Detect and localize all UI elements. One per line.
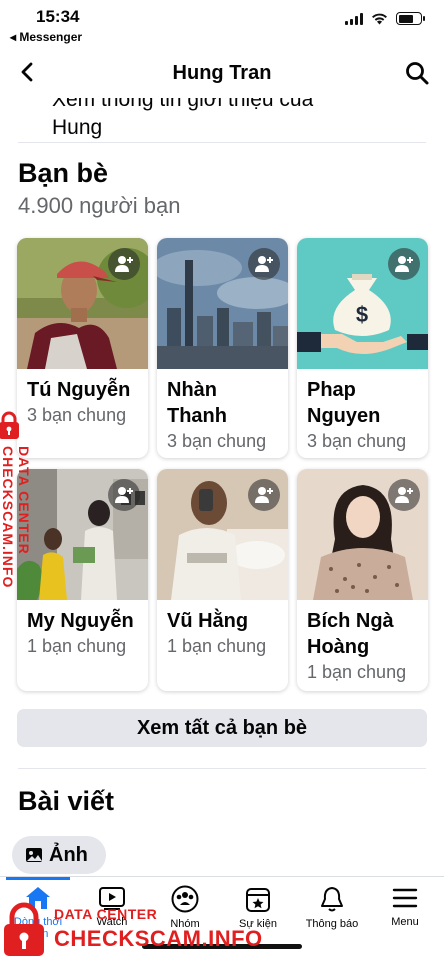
posts-section-title: Bài viết — [18, 786, 115, 816]
add-friend-icon — [395, 487, 413, 503]
add-friend-button[interactable] — [248, 248, 280, 280]
tab-groups[interactable]: Nhóm — [155, 885, 215, 930]
page-title: Hung Tran — [172, 62, 272, 84]
tab-label: Sự kiện — [239, 918, 277, 930]
battery-icon — [396, 12, 425, 25]
groups-icon — [171, 885, 199, 913]
tab-label: Thông báo — [305, 918, 359, 930]
tab-label: Nhóm — [170, 918, 200, 930]
intro-link-text: Xem thông tin giới thiệu của — [52, 88, 314, 111]
friend-name[interactable]: Tú Nguyễn — [17, 369, 148, 403]
home-icon — [26, 887, 50, 909]
tab-menu[interactable]: Menu — [375, 885, 435, 928]
friend-card[interactable]: Bích Ngà Hoàng 1 bạn chung — [297, 469, 428, 691]
see-all-friends-button[interactable]: Xem tất cả bạn bè — [17, 709, 427, 747]
add-friend-button[interactable] — [108, 479, 140, 511]
divider — [18, 768, 426, 769]
add-friend-button[interactable] — [248, 479, 280, 511]
friend-photo[interactable] — [17, 238, 148, 369]
tab-label: Watch — [96, 916, 128, 928]
menu-icon — [392, 888, 418, 908]
events-icon — [246, 888, 270, 912]
home-indicator — [142, 944, 302, 949]
mutual-friends: 3 bạn chung — [167, 431, 267, 451]
photos-filter-label: Ảnh — [49, 843, 88, 866]
add-friend-icon — [115, 487, 133, 503]
friend-photo[interactable] — [17, 469, 148, 600]
tab-watch[interactable]: Watch — [82, 885, 142, 928]
friend-photo[interactable] — [297, 469, 428, 600]
friend-name[interactable]: Vũ Hằng — [157, 600, 288, 634]
mutual-friends: 3 bạn chung — [27, 405, 127, 425]
tab-label: Dòng thời gian — [13, 916, 63, 940]
search-icon[interactable] — [404, 60, 430, 86]
mutual-friends: 1 bạn chung — [27, 636, 127, 656]
tab-events[interactable]: Sự kiện — [228, 885, 288, 930]
add-friend-icon — [255, 256, 273, 272]
watch-icon — [99, 887, 125, 910]
friend-card[interactable]: $ Phap Nguyen 3 bạn chung — [297, 238, 428, 458]
tab-label: Menu — [391, 916, 419, 928]
friend-photo[interactable] — [157, 238, 288, 369]
friends-count: 4.900 người bạn — [18, 193, 181, 218]
tab-notifications[interactable]: Thông báo — [302, 885, 362, 930]
mutual-friends: 3 bạn chung — [307, 431, 407, 451]
divider — [18, 142, 426, 143]
friends-section-title: Bạn bè — [18, 158, 109, 188]
mutual-friends: 1 bạn chung — [307, 662, 407, 682]
friend-card[interactable]: My Nguyễn 1 bạn chung — [17, 469, 148, 691]
add-friend-icon — [255, 487, 273, 503]
status-time: 15:34 — [36, 7, 80, 26]
add-friend-button[interactable] — [108, 248, 140, 280]
see-intro-link[interactable]: Xem thông tin giới thiệu của Hung — [52, 86, 313, 142]
back-to-messenger-link[interactable]: ◂ Messenger — [10, 30, 82, 44]
add-friend-icon — [395, 256, 413, 272]
intro-link-name: Hung — [52, 116, 103, 139]
wifi-icon — [372, 13, 387, 25]
cellular-signal-icon — [345, 12, 363, 25]
friend-name[interactable]: My Nguyễn — [17, 600, 148, 634]
bell-icon — [321, 887, 343, 912]
add-friend-button[interactable] — [388, 479, 420, 511]
tab-home[interactable]: Dòng thời gian — [8, 885, 68, 940]
photo-icon — [26, 848, 42, 862]
active-tab-indicator — [6, 877, 70, 880]
friend-card[interactable]: Nhàn Thanh 3 bạn chung — [157, 238, 288, 458]
friend-card[interactable]: Vũ Hằng 1 bạn chung — [157, 469, 288, 691]
friend-card[interactable]: Tú Nguyễn 3 bạn chung — [17, 238, 148, 458]
friend-name[interactable]: Nhàn Thanh — [157, 369, 288, 429]
friend-name[interactable]: Bích Ngà Hoàng — [297, 600, 428, 660]
status-icons — [345, 12, 425, 25]
friend-photo[interactable]: $ — [297, 238, 428, 369]
add-friend-button[interactable] — [388, 248, 420, 280]
status-bar: 15:34 ◂ Messenger — [0, 0, 444, 48]
photos-filter-button[interactable]: Ảnh — [12, 836, 106, 874]
friend-photo[interactable] — [157, 469, 288, 600]
svg-text:$: $ — [356, 302, 368, 327]
friend-name[interactable]: Phap Nguyen — [297, 369, 428, 429]
add-friend-icon — [115, 256, 133, 272]
mutual-friends: 1 bạn chung — [167, 636, 267, 656]
